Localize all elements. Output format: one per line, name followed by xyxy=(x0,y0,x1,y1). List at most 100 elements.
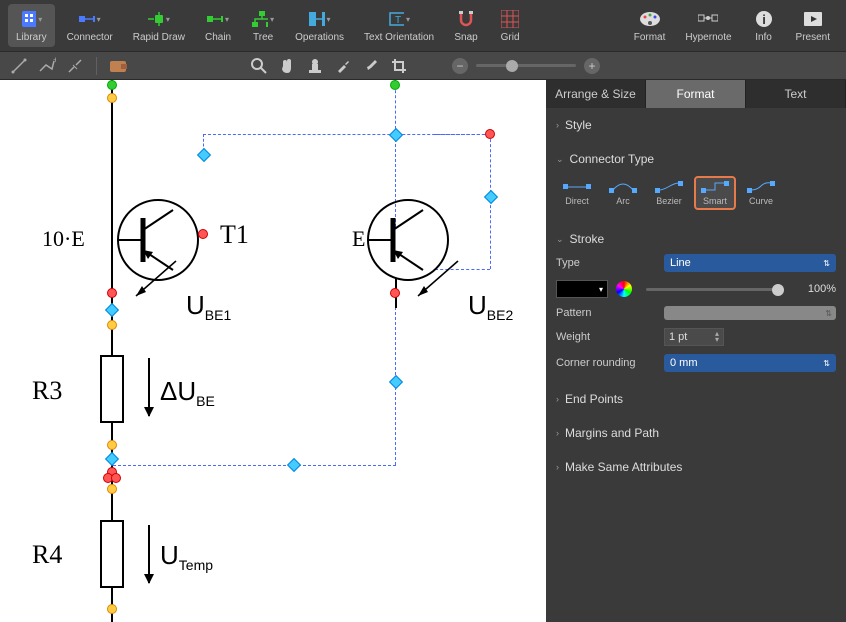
operations-button[interactable]: ▾ Operations xyxy=(287,4,352,47)
dot[interactable] xyxy=(389,128,403,142)
format-button[interactable]: Format xyxy=(626,4,674,47)
weight-label: Weight xyxy=(556,331,656,343)
dot[interactable] xyxy=(197,148,211,162)
dot[interactable] xyxy=(107,288,117,298)
format-icon xyxy=(639,8,661,30)
zoom-slider[interactable] xyxy=(476,64,576,67)
text-orient-icon: T▾ xyxy=(388,8,410,30)
zoom-in-button[interactable]: + xyxy=(584,58,600,74)
disconnect-tool[interactable] xyxy=(64,55,86,77)
brush-tool[interactable] xyxy=(360,55,382,77)
canvas[interactable]: 10·E T1 E UBE1 UBE2 R3 ΔUBE R4 UTemp xyxy=(0,80,546,622)
sub-toolbar: + − + xyxy=(0,52,846,80)
opacity-value: 100% xyxy=(798,283,836,295)
zoom-control: − + xyxy=(452,58,600,74)
tab-format[interactable]: Format xyxy=(646,80,746,108)
chevron-right-icon: › xyxy=(556,462,559,472)
label-10e: 10·E xyxy=(42,226,85,252)
tree-icon: ▾ xyxy=(252,8,274,30)
crop-tool[interactable] xyxy=(388,55,410,77)
search-tool[interactable] xyxy=(248,55,270,77)
polyline-tool[interactable]: + xyxy=(36,55,58,77)
section-stroke[interactable]: ⌄Stroke xyxy=(556,228,836,250)
main-toolbar: ▾ Library ▾ Connector ▾ Rapid Draw ▾ Cha… xyxy=(0,0,846,52)
dot[interactable] xyxy=(105,452,119,466)
pattern-label: Pattern xyxy=(556,307,656,319)
corner-label: Corner rounding xyxy=(556,357,656,369)
label-dube: ΔUBE xyxy=(160,376,215,409)
stroke-color-swatch[interactable]: ▾ xyxy=(556,280,608,298)
dot[interactable] xyxy=(389,375,403,389)
tab-text[interactable]: Text xyxy=(746,80,846,108)
arrow-utemp xyxy=(148,525,150,583)
arrow-ube1 xyxy=(126,256,186,311)
hypernote-button[interactable]: Hypernote xyxy=(677,4,739,47)
bezier-icon xyxy=(655,180,683,194)
dot[interactable] xyxy=(105,303,119,317)
corner-select[interactable]: 0 mm⇅ xyxy=(664,354,836,372)
dot[interactable] xyxy=(107,440,117,450)
section-margins[interactable]: ›Margins and Path xyxy=(556,422,836,444)
section-style[interactable]: ›Style xyxy=(556,114,836,136)
tab-arrange[interactable]: Arrange & Size xyxy=(546,80,646,108)
dot[interactable] xyxy=(485,129,495,139)
svg-text:+: + xyxy=(53,57,56,65)
dot[interactable] xyxy=(390,80,400,90)
hypernote-icon xyxy=(697,8,719,30)
operations-icon: ▾ xyxy=(309,8,331,30)
smart-icon xyxy=(701,180,729,194)
chain-button[interactable]: ▾ Chain xyxy=(197,4,239,47)
line-tool[interactable] xyxy=(8,55,30,77)
dot[interactable] xyxy=(287,458,301,472)
connector-button[interactable]: ▾ Connector xyxy=(59,4,121,47)
dot[interactable] xyxy=(111,473,121,483)
stroke-type-label: Type xyxy=(556,257,656,269)
dot[interactable] xyxy=(484,190,498,204)
dot[interactable] xyxy=(107,604,117,614)
grid-button[interactable]: Grid xyxy=(490,4,530,47)
tree-button[interactable]: ▾ Tree xyxy=(243,4,283,47)
connector-direct[interactable]: Direct xyxy=(556,176,598,210)
zoom-out-button[interactable]: − xyxy=(452,58,468,74)
section-make-same[interactable]: ›Make Same Attributes xyxy=(556,456,836,478)
stroke-type-select[interactable]: Line⇅ xyxy=(664,254,836,272)
section-connector-type[interactable]: ⌄Connector Type xyxy=(556,148,836,170)
direct-icon xyxy=(563,180,591,194)
resistor-r4[interactable] xyxy=(100,520,124,588)
section-end-points[interactable]: ›End Points xyxy=(556,388,836,410)
dot[interactable] xyxy=(107,484,117,494)
connector-curve[interactable]: Curve xyxy=(740,176,782,210)
svg-text:T: T xyxy=(395,15,401,26)
library-icon: ▾ xyxy=(20,8,42,30)
connector-arc[interactable]: Arc xyxy=(602,176,644,210)
color-wheel-icon[interactable] xyxy=(616,281,632,297)
info-button[interactable]: i Info xyxy=(744,4,784,47)
connector-smart[interactable]: Smart xyxy=(694,176,736,210)
hand-tool[interactable] xyxy=(276,55,298,77)
weight-input[interactable]: 1 pt▴▾ xyxy=(664,328,724,346)
text-orientation-button[interactable]: T▾ Text Orientation xyxy=(356,4,442,47)
stamp-tool[interactable] xyxy=(304,55,326,77)
wallet-tool[interactable] xyxy=(107,55,129,77)
label-utemp: UTemp xyxy=(160,540,213,573)
label-r3: R3 xyxy=(32,376,62,406)
resistor-r3[interactable] xyxy=(100,355,124,423)
dot[interactable] xyxy=(107,80,117,90)
grid-icon xyxy=(499,8,521,30)
eyedropper-tool[interactable] xyxy=(332,55,354,77)
dot[interactable] xyxy=(198,229,208,239)
chevron-right-icon: › xyxy=(556,120,559,130)
present-button[interactable]: Present xyxy=(788,4,838,47)
dot[interactable] xyxy=(107,320,117,330)
inspector-panel: Arrange & Size Format Text ›Style ⌄Conne… xyxy=(546,80,846,622)
connector-bezier[interactable]: Bezier xyxy=(648,176,690,210)
label-e: E xyxy=(352,226,365,252)
pattern-select[interactable]: ⇅ xyxy=(664,306,836,320)
library-button[interactable]: ▾ Library xyxy=(8,4,55,47)
label-ube2: UBE2 xyxy=(468,290,513,323)
snap-button[interactable]: Snap xyxy=(446,4,486,47)
dot[interactable] xyxy=(390,288,400,298)
rapid-draw-button[interactable]: ▾ Rapid Draw xyxy=(125,4,193,47)
dot[interactable] xyxy=(107,93,117,103)
opacity-slider[interactable] xyxy=(646,288,784,291)
